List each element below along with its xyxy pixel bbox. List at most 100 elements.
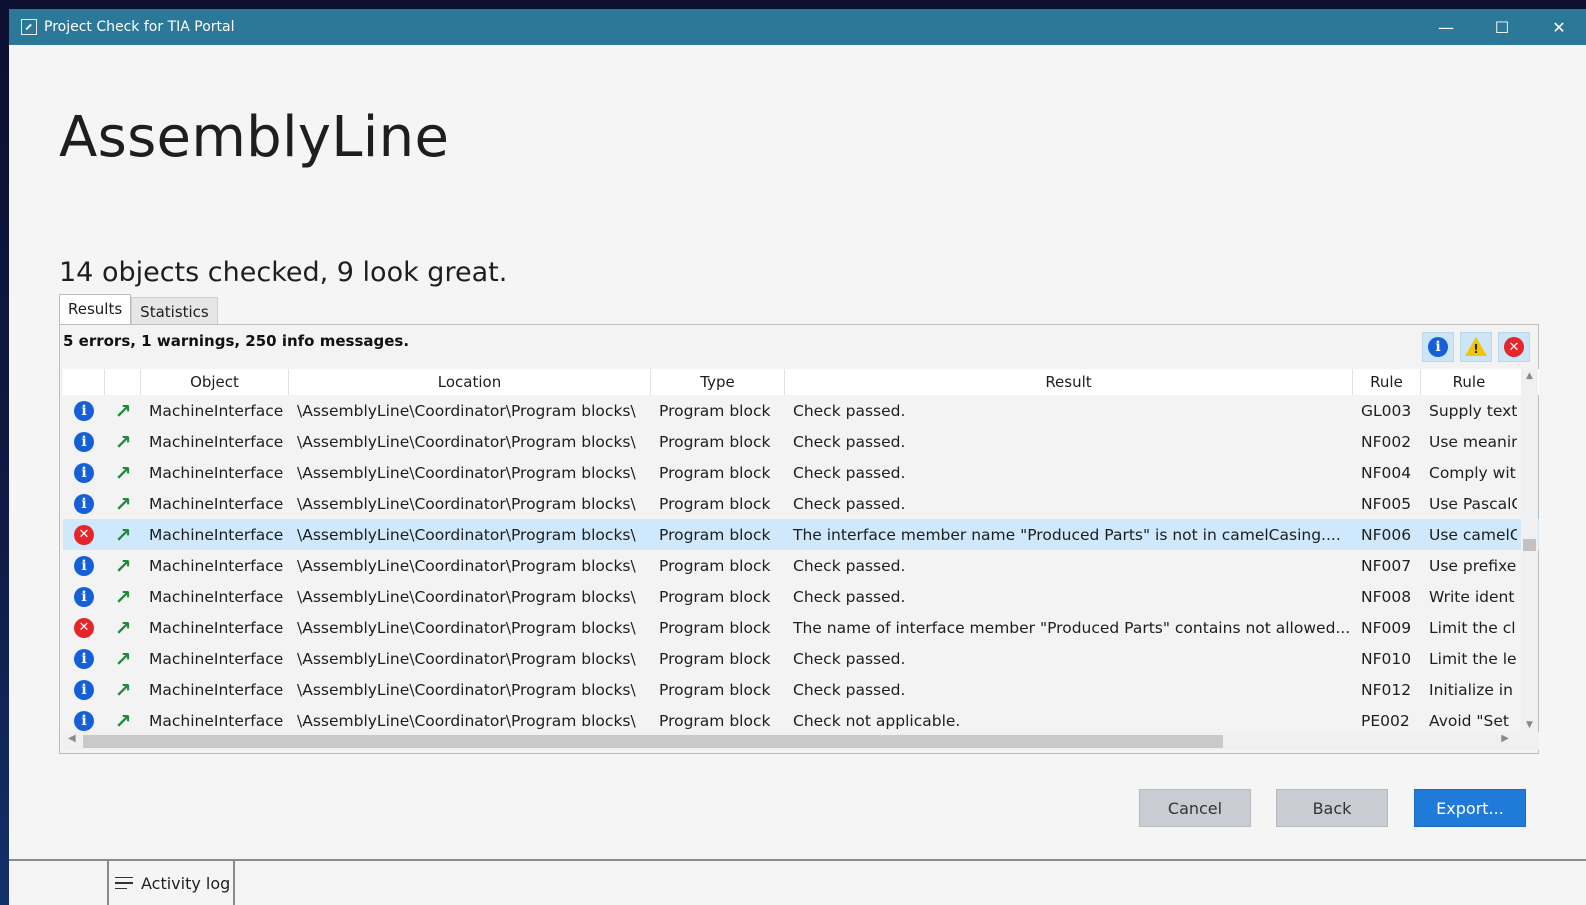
rule-cell: NF005 <box>1361 494 1412 513</box>
navigate-cell[interactable]: ↗ <box>105 525 141 545</box>
navigate-cell[interactable]: ↗ <box>105 556 141 576</box>
table-row[interactable]: i ↗ MachineInterface \AssemblyLine\Coordina… <box>63 488 1539 519</box>
object-cell: MachineInterface <box>149 494 284 513</box>
filter-info-button[interactable]: i <box>1422 332 1454 362</box>
column-header-rule[interactable]: Rule <box>1353 369 1421 395</box>
horizontal-scrollbar[interactable]: ◀ ▶ <box>63 732 1539 750</box>
type-cell: Program block <box>659 680 771 699</box>
navigate-cell[interactable]: ↗ <box>105 401 141 421</box>
location-cell: \AssemblyLine\Coordinator\Program blocks… <box>297 711 636 730</box>
location-cell: \AssemblyLine\Coordinator\Program blocks… <box>297 556 636 575</box>
column-header-result[interactable]: Result <box>785 369 1353 395</box>
result-cell: The interface member name "Produced Part… <box>793 525 1341 544</box>
type-cell: Program block <box>659 618 771 637</box>
rule-cell: NF006 <box>1361 525 1412 544</box>
severity-cell: ✕ <box>63 524 105 545</box>
navigate-cell[interactable]: ↗ <box>105 587 141 607</box>
type-cell: Program block <box>659 494 771 513</box>
filter-warning-button[interactable]: ! <box>1460 332 1492 362</box>
table-row[interactable]: i ↗ MachineInterface \AssemblyLine\Coordina… <box>63 674 1539 705</box>
object-cell: MachineInterface <box>149 401 284 420</box>
table-row[interactable]: i ↗ MachineInterface \AssemblyLine\Coordina… <box>63 550 1539 581</box>
object-cell: MachineInterface <box>149 556 284 575</box>
result-cell: Check passed. <box>793 649 906 668</box>
navigate-cell[interactable]: ↗ <box>105 680 141 700</box>
vertical-scrollbar[interactable]: ▲ ▼ <box>1521 369 1538 732</box>
close-button[interactable]: ✕ <box>1536 9 1582 45</box>
result-cell: Check not applicable. <box>793 711 961 730</box>
go-to-object-icon[interactable]: ↗ <box>115 618 132 638</box>
go-to-object-icon[interactable]: ↗ <box>115 525 132 545</box>
go-to-object-icon[interactable]: ↗ <box>115 556 132 576</box>
scroll-right-icon[interactable]: ▶ <box>1501 733 1509 744</box>
rule-cell: NF008 <box>1361 587 1412 606</box>
column-header-location[interactable]: Location <box>289 369 651 395</box>
column-header-rule-description[interactable]: Rule <box>1421 369 1517 395</box>
result-cell: Check passed. <box>793 494 906 513</box>
table-row[interactable]: i ↗ MachineInterface \AssemblyLine\Coordina… <box>63 395 1539 426</box>
type-cell: Program block <box>659 463 771 482</box>
rule-cell: GL003 <box>1361 401 1412 420</box>
go-to-object-icon[interactable]: ↗ <box>115 587 132 607</box>
info-icon: i <box>1428 337 1448 357</box>
table-row[interactable]: ✕ ↗ MachineInterface \AssemblyLine\Coordina… <box>63 612 1539 643</box>
vertical-scroll-thumb[interactable] <box>1523 539 1536 551</box>
go-to-object-icon[interactable]: ↗ <box>115 432 132 452</box>
rule-description-cell: Initialize in <box>1429 680 1513 699</box>
results-table: Object Location Type Result Rule Rule i ↗… <box>63 369 1539 732</box>
go-to-object-icon[interactable]: ↗ <box>115 711 132 731</box>
table-row[interactable]: ✕ ↗ MachineInterface \AssemblyLine\Coordina… <box>63 519 1539 550</box>
tab-results[interactable]: Results <box>59 294 132 325</box>
column-header-object[interactable]: Object <box>141 369 289 395</box>
table-row[interactable]: i ↗ MachineInterface \AssemblyLine\Coordina… <box>63 581 1539 612</box>
navigate-cell[interactable]: ↗ <box>105 432 141 452</box>
rule-cell: NF004 <box>1361 463 1412 482</box>
object-cell: MachineInterface <box>149 680 284 699</box>
message-summary: 5 errors, 1 warnings, 250 info messages. <box>63 332 410 350</box>
maximize-button[interactable]: ☐ <box>1479 9 1525 45</box>
filter-error-button[interactable]: ✕ <box>1498 332 1530 362</box>
check-summary: 14 objects checked, 9 look great. <box>59 257 508 288</box>
info-icon: i <box>74 462 94 483</box>
go-to-object-icon[interactable]: ↗ <box>115 463 132 483</box>
navigate-cell[interactable]: ↗ <box>105 711 141 731</box>
rule-description-cell: Use PascalC <box>1429 494 1517 513</box>
location-cell: \AssemblyLine\Coordinator\Program blocks… <box>297 463 636 482</box>
scroll-down-icon[interactable]: ▼ <box>1521 720 1538 730</box>
location-cell: \AssemblyLine\Coordinator\Program blocks… <box>297 618 636 637</box>
tab-statistics[interactable]: Statistics <box>131 297 218 325</box>
column-header-navigate[interactable] <box>105 369 141 395</box>
export-button[interactable]: Export... <box>1414 789 1526 827</box>
table-row[interactable]: i ↗ MachineInterface \AssemblyLine\Coordina… <box>63 705 1539 732</box>
activity-log-tab[interactable]: Activity log <box>107 861 235 905</box>
go-to-object-icon[interactable]: ↗ <box>115 401 132 421</box>
navigate-cell[interactable]: ↗ <box>105 618 141 638</box>
location-cell: \AssemblyLine\Coordinator\Program blocks… <box>297 494 636 513</box>
title-bar[interactable]: Project Check for TIA Portal — ☐ ✕ <box>9 9 1586 45</box>
scroll-left-icon[interactable]: ◀ <box>68 733 76 744</box>
horizontal-scroll-thumb[interactable] <box>83 735 1223 748</box>
table-row[interactable]: i ↗ MachineInterface \AssemblyLine\Coordina… <box>63 426 1539 457</box>
info-icon: i <box>74 710 94 731</box>
minimize-button[interactable]: — <box>1423 9 1469 45</box>
type-cell: Program block <box>659 525 771 544</box>
back-button[interactable]: Back <box>1276 789 1388 827</box>
scroll-up-icon[interactable]: ▲ <box>1521 371 1538 381</box>
cancel-button[interactable]: Cancel <box>1139 789 1251 827</box>
navigate-cell[interactable]: ↗ <box>105 649 141 669</box>
rule-description-cell: Avoid "Set <box>1429 711 1510 730</box>
result-cell: The name of interface member "Produced P… <box>793 618 1351 637</box>
error-icon: ✕ <box>74 617 94 638</box>
table-row[interactable]: i ↗ MachineInterface \AssemblyLine\Coordina… <box>63 643 1539 674</box>
go-to-object-icon[interactable]: ↗ <box>115 649 132 669</box>
column-header-type[interactable]: Type <box>651 369 785 395</box>
severity-cell: i <box>63 710 105 731</box>
table-row[interactable]: i ↗ MachineInterface \AssemblyLine\Coordina… <box>63 457 1539 488</box>
go-to-object-icon[interactable]: ↗ <box>115 494 132 514</box>
result-tabs: Results Statistics <box>59 294 218 325</box>
navigate-cell[interactable]: ↗ <box>105 494 141 514</box>
go-to-object-icon[interactable]: ↗ <box>115 680 132 700</box>
navigate-cell[interactable]: ↗ <box>105 463 141 483</box>
column-header-severity[interactable] <box>63 369 105 395</box>
list-icon <box>115 873 133 894</box>
